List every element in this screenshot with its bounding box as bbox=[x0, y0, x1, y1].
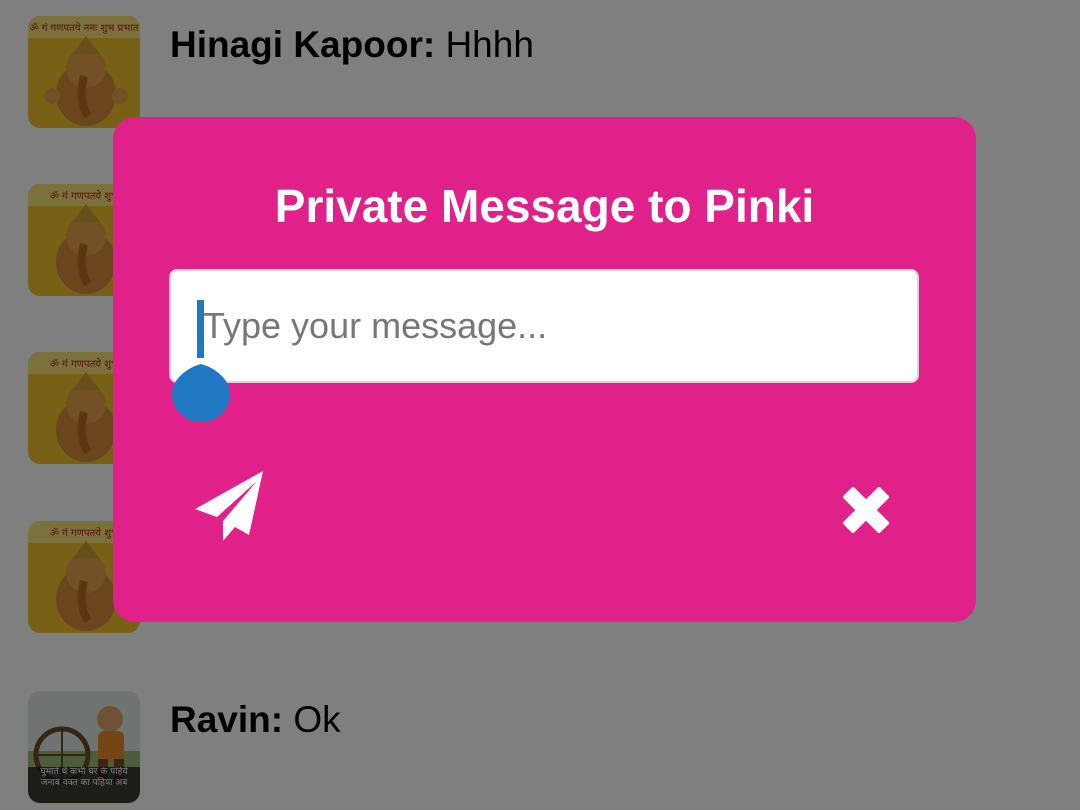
paper-plane-icon bbox=[195, 471, 263, 541]
cursor-handle-icon[interactable] bbox=[172, 356, 230, 422]
message-input[interactable] bbox=[169, 269, 919, 383]
private-message-dialog: Private Message to Pinki bbox=[113, 117, 976, 622]
text-cursor bbox=[197, 300, 204, 358]
close-button[interactable] bbox=[831, 475, 901, 545]
dialog-title: Private Message to Pinki bbox=[274, 180, 815, 232]
send-button[interactable] bbox=[191, 465, 271, 545]
close-x-icon bbox=[843, 487, 889, 533]
